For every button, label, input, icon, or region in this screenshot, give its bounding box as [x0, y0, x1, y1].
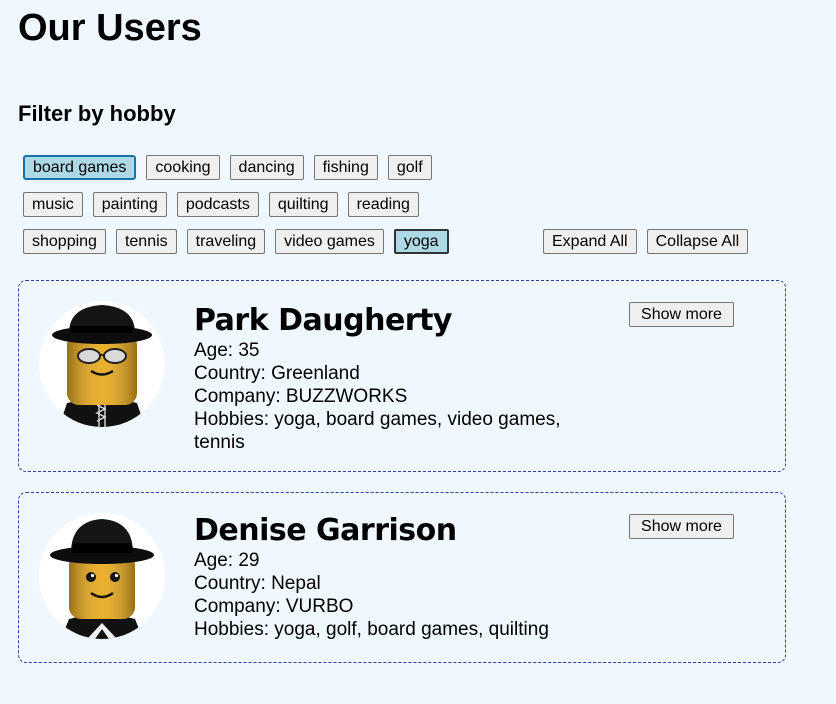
filter-title: Filter by hobby: [18, 101, 176, 126]
hobby-filter-row-1: board games cooking dancing fishing golf: [23, 155, 432, 180]
show-more-button[interactable]: Show more: [629, 302, 734, 327]
user-hobbies-line-1: Hobbies: yoga, board games, video games,: [194, 409, 561, 430]
user-hobbies-line-2: tennis: [194, 432, 245, 453]
hobby-chip-quilting[interactable]: quilting: [268, 192, 338, 217]
user-info: Park Daugherty Age: 35 Country: Greenlan…: [194, 303, 614, 454]
user-country: Country: Nepal: [194, 573, 321, 594]
hobby-chip-music[interactable]: music: [23, 192, 83, 217]
page-title: Our Users: [18, 7, 202, 49]
user-company: Company: BUZZWORKS: [194, 386, 408, 407]
user-hobbies: Hobbies: yoga, golf, board games, quilti…: [194, 619, 549, 640]
user-card: Denise Garrison Age: 29 Country: Nepal C…: [18, 492, 786, 663]
expand-collapse-controls: Expand All Collapse All: [543, 229, 749, 254]
user-avatar: [39, 301, 165, 427]
hobby-chip-cooking[interactable]: cooking: [146, 155, 220, 180]
expand-all-button[interactable]: Expand All: [543, 229, 637, 254]
hobby-chip-video-games[interactable]: video games: [275, 229, 384, 254]
user-age: Age: 35: [194, 340, 260, 361]
hobby-chip-tennis[interactable]: tennis: [115, 229, 177, 254]
user-age: Age: 29: [194, 550, 260, 571]
hobby-chip-golf[interactable]: golf: [387, 155, 432, 180]
hobby-chip-dancing[interactable]: dancing: [229, 155, 304, 180]
lego-minifig-icon: [39, 513, 165, 639]
hobby-chip-fishing[interactable]: fishing: [313, 155, 378, 180]
hobby-chip-podcasts[interactable]: podcasts: [176, 192, 259, 217]
hobby-chip-shopping[interactable]: shopping: [23, 229, 106, 254]
user-company: Company: VURBO: [194, 596, 354, 617]
hobby-chip-yoga[interactable]: yoga: [393, 229, 449, 254]
user-card: Park Daugherty Age: 35 Country: Greenlan…: [18, 280, 786, 472]
user-hobbies: Hobbies: yoga, board games, video games,…: [194, 408, 614, 454]
hobby-chip-board-games[interactable]: board games: [23, 155, 137, 180]
lego-minifig-sunglasses-icon: [39, 301, 165, 427]
user-info: Denise Garrison Age: 29 Country: Nepal C…: [194, 513, 614, 641]
hobby-chip-traveling[interactable]: traveling: [186, 229, 266, 254]
hobby-chip-painting[interactable]: painting: [92, 192, 167, 217]
collapse-all-button[interactable]: Collapse All: [646, 229, 749, 254]
user-name: Park Daugherty: [194, 303, 453, 338]
hobby-filter-row-2: music painting podcasts quilting reading: [23, 192, 419, 217]
user-avatar: [39, 513, 165, 639]
hobby-chip-reading[interactable]: reading: [347, 192, 419, 217]
user-name: Denise Garrison: [194, 513, 457, 548]
user-country: Country: Greenland: [194, 363, 360, 384]
hobby-filter-row-3: shopping tennis traveling video games yo…: [23, 229, 449, 254]
show-more-button[interactable]: Show more: [629, 514, 734, 539]
